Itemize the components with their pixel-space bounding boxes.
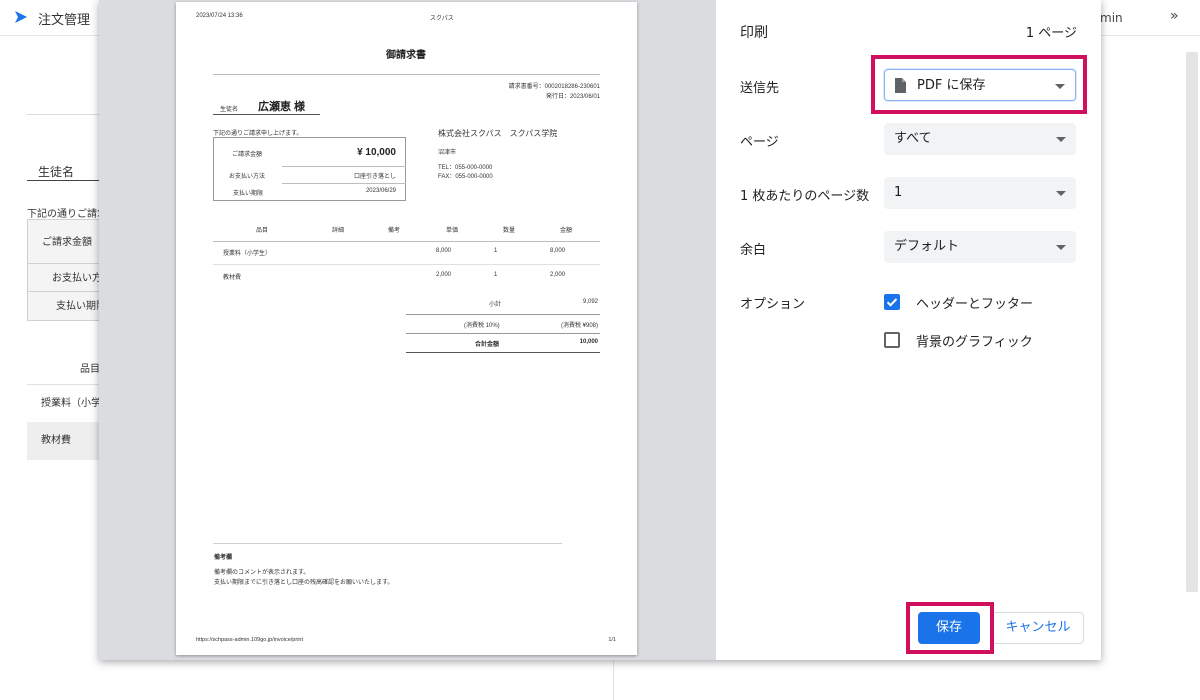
table-cell: 8,000 (550, 248, 566, 254)
table-header: 数量 (503, 228, 516, 234)
subtotal-value: 9,092 (582, 299, 598, 305)
check-icon (886, 298, 898, 307)
background-graphics-checkbox[interactable] (884, 332, 900, 348)
divider (613, 660, 614, 700)
totals-rule (406, 352, 600, 353)
print-preview: 2023/07/24 13:36 スクパス 御請求書 請求書番号：0002018… (99, 0, 716, 660)
caret-down-icon (1056, 245, 1066, 250)
cancel-button[interactable]: キャンセル (992, 612, 1084, 644)
table-cell: 2,000 (436, 272, 452, 278)
summary-rule (282, 166, 406, 167)
totals-rule (406, 333, 600, 334)
table-header: 単価 (446, 228, 459, 234)
totals-rule (406, 314, 600, 315)
table-cell: 1 (494, 272, 498, 278)
save-highlight (906, 602, 994, 654)
pages-value: すべて (894, 131, 932, 146)
print-title: 印刷 (740, 25, 768, 41)
table-row: 教材費 (27, 422, 107, 460)
billing-note: 下記の通りご請求 (27, 209, 107, 220)
margins-value: デフォルト (894, 239, 960, 254)
expand-chevron-icon[interactable]: » (1170, 8, 1179, 24)
company-name: 株式会社スクパス スクパス学院 (438, 129, 558, 138)
margins-label: 余白 (740, 243, 767, 258)
pages-select[interactable]: すべて (884, 123, 1076, 155)
table-cell: 2,000 (550, 272, 566, 278)
total-label: 合計金額 (475, 342, 500, 348)
amount-box: ご請求金額 (27, 219, 107, 264)
header-datetime: 2023/07/24 13:36 (196, 13, 243, 19)
pages-label: ページ (740, 135, 779, 150)
scrollbar[interactable] (1186, 52, 1198, 592)
method-label: お支払い方法 (229, 174, 266, 180)
table-cell: 1 (494, 248, 498, 254)
background-graphics-label[interactable]: 背景のグラフィック (916, 331, 1033, 350)
student-label: 生徒名 (38, 165, 75, 179)
remarks-rule (213, 543, 562, 544)
method-value: 口座引き落とし (353, 174, 396, 180)
table-row: 授業料（小学 (27, 384, 107, 422)
caret-down-icon (1056, 191, 1066, 196)
amount-value: ¥ 10,000 (357, 147, 396, 158)
amount-label: ご請求金額 (232, 152, 263, 158)
preview-page: 2023/07/24 13:36 スクパス 御請求書 請求書番号：0002018… (176, 2, 637, 655)
remarks-line: 備考欄のコメントが表示されます。 (214, 570, 310, 576)
company-fax: FAX：055-000-0000 (438, 174, 493, 180)
company-city: 沼津市 (438, 150, 457, 156)
footer-url: https://schpass-admin.109go.jp/invoice/p… (196, 637, 304, 643)
row-label: 授業料（小学 (41, 398, 101, 409)
amount-label: ご請求金額 (42, 237, 92, 248)
deadline-label: 支払い期限 (233, 191, 264, 197)
method-box: お支払い方法 (27, 263, 107, 292)
headers-footers-label[interactable]: ヘッダーとフッター (916, 293, 1033, 312)
student-underline (213, 114, 320, 115)
summary-rule (282, 183, 406, 184)
app-title: 注文管理 (38, 13, 91, 28)
pages-per-sheet-label: 1 枚あたりのページ数 (740, 189, 870, 204)
pages-per-sheet-value: 1 (894, 185, 903, 200)
deadline-box: 支払い期限 (27, 291, 107, 321)
tax-label: (消費税 10%) (464, 323, 500, 329)
caret-down-icon (1056, 137, 1066, 142)
header-site: スクパス (430, 16, 454, 22)
tax-value: (消費税 ¥908) (560, 323, 598, 329)
intro-text: 下記の通りご請求申し上げます。 (213, 131, 303, 137)
row-label: 教材費 (41, 435, 71, 446)
options-label: オプション (740, 297, 806, 312)
item-header: 品目 (80, 364, 100, 375)
page-count: 1 ページ (1025, 26, 1077, 41)
divider (27, 114, 107, 115)
deadline-value: 2023/06/29 (365, 188, 396, 194)
table-header: 備考 (388, 228, 401, 234)
student-name: 広瀬恵 様 (258, 101, 306, 113)
remarks-line: 支払い期限までに引き落とし口座の残高確認をお願いいたします。 (214, 580, 394, 586)
remarks-title: 備考欄 (214, 555, 233, 561)
company-tel: TEL：055-000-0000 (438, 165, 493, 171)
table-header: 詳細 (332, 228, 345, 234)
table-rule (213, 264, 600, 265)
table-cell: 8,000 (436, 248, 452, 254)
table-rule (213, 241, 600, 242)
title-rule (213, 74, 600, 75)
footer-page: 1/1 (608, 637, 616, 643)
headers-footers-checkbox[interactable] (884, 294, 900, 310)
table-header: 品目 (256, 228, 269, 234)
app-logo-icon (15, 11, 27, 23)
margins-select[interactable]: デフォルト (884, 231, 1076, 263)
destination-label: 送信先 (740, 81, 780, 96)
issue-date: 発行日：2023/06/01 (545, 94, 600, 100)
student-underline (27, 180, 107, 181)
doc-title: 御請求書 (386, 50, 426, 61)
subtotal-label: 小計 (489, 302, 502, 308)
table-cell: 教材費 (223, 275, 242, 281)
total-value: 10,000 (579, 339, 598, 345)
destination-highlight (871, 55, 1087, 114)
table-header: 金額 (560, 228, 573, 234)
table-cell: 授業料（小学生） (223, 251, 272, 257)
student-label: 生徒名 (220, 107, 239, 113)
invoice-number: 請求書番号：0002018286-230601 (508, 84, 600, 90)
admin-menu[interactable]: min (1100, 11, 1123, 25)
pages-per-sheet-select[interactable]: 1 (884, 177, 1076, 209)
